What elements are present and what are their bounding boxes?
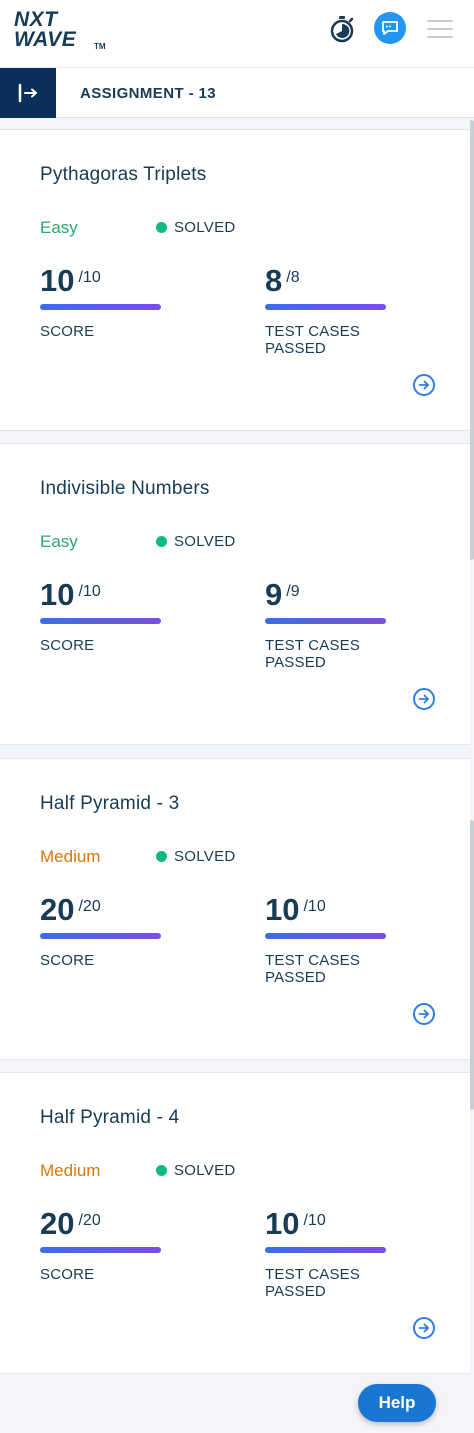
problem-title[interactable]: Indivisible Numbers	[40, 478, 210, 500]
score-metric: 20/20 SCORE	[40, 1206, 200, 1283]
problem-card[interactable]: Half Pyramid - 3 Medium SOLVED 20/20 SCO…	[0, 758, 470, 1060]
menu-line	[427, 20, 453, 22]
difficulty-badge: Easy	[40, 218, 78, 237]
sidebar-toggle-button[interactable]	[0, 68, 56, 118]
hamburger-menu-icon[interactable]	[427, 20, 453, 40]
status-text: SOLVED	[174, 533, 236, 550]
score-max: /10	[78, 269, 101, 286]
tests-value: 10	[265, 1206, 300, 1241]
score-value: 20	[40, 892, 75, 927]
status-badge: SOLVED	[156, 848, 236, 865]
tests-max: /8	[286, 269, 300, 286]
score-value: 10	[40, 577, 75, 612]
solved-dot-icon	[156, 536, 167, 547]
problem-card[interactable]: Pythagoras Triplets Easy SOLVED 10/10 SC…	[0, 129, 470, 431]
score-value: 10	[40, 263, 75, 298]
score-metric: 20/20 SCORE	[40, 892, 200, 969]
problem-title[interactable]: Half Pyramid - 4	[40, 1107, 179, 1129]
score-max: /20	[78, 898, 101, 915]
tests-progress-bar	[265, 304, 386, 310]
test-cases-metric: 10/10 TEST CASES PASSED	[265, 892, 425, 986]
status-badge: SOLVED	[156, 219, 236, 236]
app-root: NXT WAVE TM ASSIGNMENT - 13 Pythagoras T…	[0, 0, 474, 1433]
score-max: /20	[78, 1212, 101, 1229]
difficulty-badge: Medium	[40, 1161, 101, 1180]
tests-max: /9	[286, 583, 300, 600]
menu-line	[427, 28, 453, 30]
tests-value: 10	[265, 892, 300, 927]
tests-label: TEST CASES PASSED	[265, 323, 361, 357]
tests-label: TEST CASES PASSED	[265, 637, 361, 671]
tests-label: TEST CASES PASSED	[265, 1266, 361, 1300]
tests-value: 9	[265, 577, 283, 612]
scrollbar-thumb[interactable]	[470, 120, 474, 560]
tests-max: /10	[303, 1212, 326, 1229]
scrollbar-thumb[interactable]	[470, 820, 474, 1110]
score-max: /10	[78, 583, 101, 600]
test-cases-metric: 8/8 TEST CASES PASSED	[265, 263, 425, 357]
score-label: SCORE	[40, 323, 95, 340]
nxtwave-logo[interactable]: NXT WAVE TM	[14, 8, 106, 56]
tests-label: TEST CASES PASSED	[265, 952, 361, 986]
chat-support-icon[interactable]	[374, 12, 406, 44]
tests-max: /10	[303, 898, 326, 915]
problem-card[interactable]: Indivisible Numbers Easy SOLVED 10/10 SC…	[0, 443, 470, 745]
problem-title[interactable]: Half Pyramid - 3	[40, 793, 179, 815]
test-cases-metric: 10/10 TEST CASES PASSED	[265, 1206, 425, 1300]
score-label: SCORE	[40, 952, 95, 969]
tests-progress-bar	[265, 1247, 386, 1253]
difficulty-badge: Medium	[40, 847, 101, 866]
assignment-title: ASSIGNMENT - 13	[80, 85, 217, 102]
score-progress-bar	[40, 618, 161, 624]
solved-dot-icon	[156, 851, 167, 862]
menu-line	[427, 36, 453, 38]
arrow-right-circle-icon[interactable]	[413, 688, 435, 710]
difficulty-badge: Easy	[40, 532, 78, 551]
score-metric: 10/10 SCORE	[40, 263, 200, 340]
assignment-header: ASSIGNMENT - 13	[0, 68, 474, 118]
status-badge: SOLVED	[156, 533, 236, 550]
score-label: SCORE	[40, 1266, 95, 1283]
arrow-right-circle-icon[interactable]	[413, 1317, 435, 1339]
score-label: SCORE	[40, 637, 95, 654]
page-scrollbar[interactable]	[470, 120, 474, 1433]
status-text: SOLVED	[174, 1162, 236, 1179]
logo-trademark: TM	[94, 42, 106, 51]
test-cases-metric: 9/9 TEST CASES PASSED	[265, 577, 425, 671]
tests-progress-bar	[265, 618, 386, 624]
solved-dot-icon	[156, 222, 167, 233]
status-badge: SOLVED	[156, 1162, 236, 1179]
top-header: NXT WAVE TM	[0, 0, 474, 68]
logo-text-line2: WAVE	[14, 28, 77, 51]
score-value: 20	[40, 1206, 75, 1241]
tests-value: 8	[265, 263, 283, 298]
score-progress-bar	[40, 304, 161, 310]
problem-title[interactable]: Pythagoras Triplets	[40, 164, 206, 186]
score-progress-bar	[40, 1247, 161, 1253]
status-text: SOLVED	[174, 848, 236, 865]
help-button[interactable]: Help	[358, 1384, 436, 1422]
score-metric: 10/10 SCORE	[40, 577, 200, 654]
stopwatch-icon[interactable]	[329, 15, 355, 43]
arrow-right-circle-icon[interactable]	[413, 1003, 435, 1025]
score-progress-bar	[40, 933, 161, 939]
problem-card[interactable]: Half Pyramid - 4 Medium SOLVED 20/20 SCO…	[0, 1072, 470, 1374]
tests-progress-bar	[265, 933, 386, 939]
status-text: SOLVED	[174, 219, 236, 236]
solved-dot-icon	[156, 1165, 167, 1176]
arrow-right-circle-icon[interactable]	[413, 374, 435, 396]
expand-arrow-icon	[18, 83, 37, 103]
